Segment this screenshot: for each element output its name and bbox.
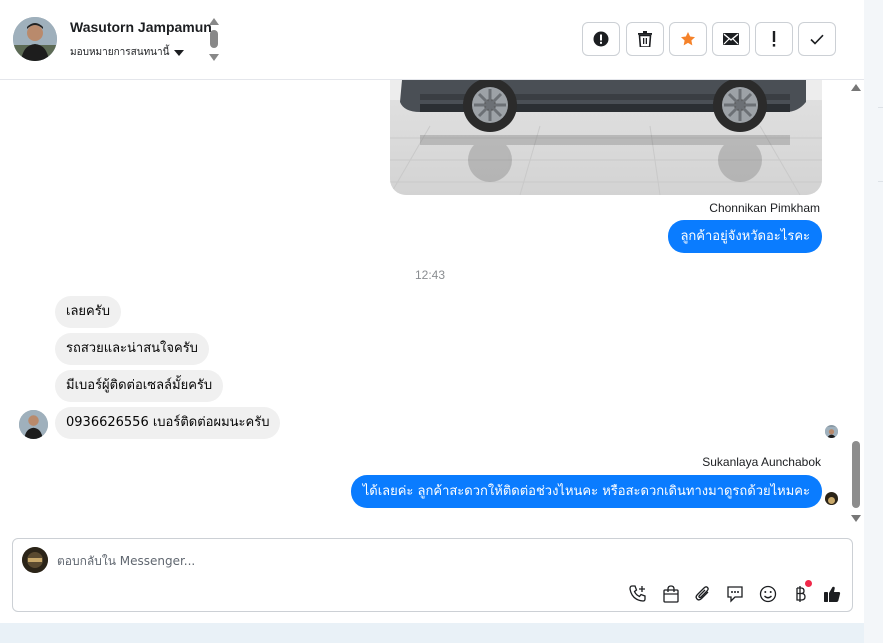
- conversation-panel: Wasutorn Jampamun มอบหมายการสนทนานี้ Cho…: [0, 0, 864, 623]
- emoji-button[interactable]: [757, 583, 779, 605]
- side-panel-edge: [864, 0, 883, 643]
- divider: [878, 107, 883, 108]
- car-photo-attachment[interactable]: [390, 80, 822, 195]
- alert-circle-icon: [593, 31, 609, 47]
- scroll-up-arrow-icon[interactable]: [851, 84, 861, 91]
- read-receipt-avatar: [825, 492, 838, 505]
- outgoing-message[interactable]: ลูกค้าอยู่จังหวัดอะไรคะ: [668, 220, 822, 253]
- contact-name[interactable]: Wasutorn Jampamun: [70, 19, 212, 35]
- star-button[interactable]: [669, 22, 707, 56]
- envelope-icon: [723, 33, 739, 45]
- check-icon: [810, 34, 824, 45]
- shop-button[interactable]: [660, 583, 682, 605]
- chevron-down-icon[interactable]: [209, 54, 219, 61]
- smiley-icon: [759, 585, 777, 603]
- shopping-bag-icon: [663, 585, 679, 603]
- incoming-message[interactable]: เลยครับ: [55, 296, 121, 328]
- star-icon: [681, 32, 695, 46]
- follow-up-button[interactable]: [755, 22, 793, 56]
- page-avatar: [22, 547, 48, 573]
- contact-avatar[interactable]: [13, 17, 57, 61]
- mark-done-button[interactable]: [798, 22, 836, 56]
- mark-unread-button[interactable]: [712, 22, 750, 56]
- saved-replies-button[interactable]: [724, 583, 746, 605]
- exclamation-icon: [772, 31, 776, 47]
- sender-name: Chonnikan Pimkham: [709, 201, 820, 215]
- delete-button[interactable]: [626, 22, 664, 56]
- assign-label: มอบหมายการสนทนานี้: [70, 47, 170, 58]
- scroll-down-arrow-icon[interactable]: [851, 515, 861, 522]
- conversation-header: Wasutorn Jampamun มอบหมายการสนทนานี้: [0, 0, 864, 80]
- incoming-message[interactable]: มีเบอร์ผู้ติดต่อเซลล์มั้ยครับ: [55, 370, 224, 402]
- sender-name: Sukanlaya Aunchabok: [702, 455, 821, 469]
- read-receipt-avatar: [825, 425, 838, 438]
- attach-button[interactable]: [692, 583, 714, 605]
- mark-spam-button[interactable]: [582, 22, 620, 56]
- chevron-up-icon[interactable]: [209, 18, 219, 25]
- reply-composer: [12, 538, 853, 612]
- payment-button[interactable]: [789, 580, 812, 605]
- outgoing-message[interactable]: ได้เลยค่ะ ลูกค้าสะดวกให้ติดต่อช่วงไหนคะ …: [350, 475, 822, 508]
- call-button[interactable]: [627, 583, 649, 605]
- notification-dot: [805, 580, 812, 587]
- thumbs-up-icon: [824, 586, 841, 602]
- caret-down-icon: [174, 49, 185, 56]
- assign-conversation-dropdown[interactable]: มอบหมายการสนทนานี้: [70, 45, 185, 60]
- phone-plus-icon: [629, 585, 646, 602]
- divider: [878, 181, 883, 182]
- baht-icon: [796, 586, 806, 602]
- trash-icon: [638, 31, 652, 47]
- navigator-handle[interactable]: [210, 30, 218, 48]
- incoming-message[interactable]: 0936626556 เบอร์ติดต่อผมนะครับ: [55, 407, 281, 439]
- like-button[interactable]: [821, 583, 843, 605]
- scrollbar-thumb[interactable]: [852, 441, 860, 508]
- conversation-scrollbar[interactable]: [848, 82, 862, 528]
- contact-avatar-small: [19, 410, 48, 439]
- reply-input[interactable]: [57, 551, 657, 571]
- contact-navigator[interactable]: [209, 18, 219, 64]
- paperclip-icon: [695, 586, 709, 601]
- chat-bubble-icon: [727, 586, 743, 603]
- incoming-message[interactable]: รถสวยและน่าสนใจครับ: [55, 333, 209, 365]
- message-timestamp: 12:43: [414, 268, 446, 282]
